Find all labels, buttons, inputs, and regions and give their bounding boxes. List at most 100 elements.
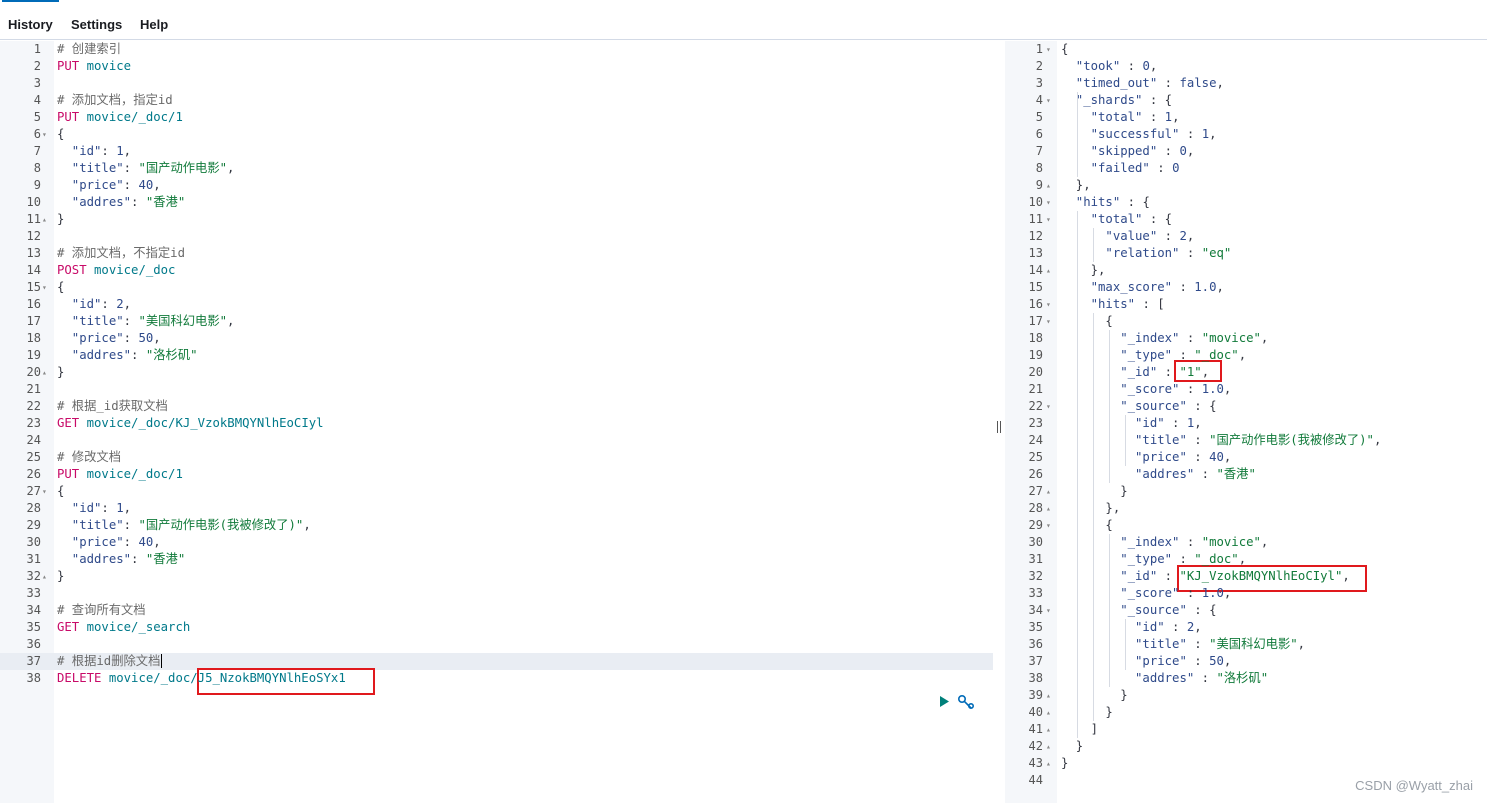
- help-tab[interactable]: Help: [140, 17, 168, 32]
- fold-expand-icon[interactable]: ▴: [1046, 704, 1051, 721]
- history-tab[interactable]: History: [2, 0, 59, 32]
- fold-collapse-icon[interactable]: ▾: [1046, 517, 1051, 534]
- code-line: # 创建索引: [57, 41, 121, 58]
- code-line: # 修改文档: [57, 449, 121, 466]
- code-token: :: [1172, 348, 1195, 362]
- indent-guide: [1077, 211, 1078, 738]
- line-number: 22: [26, 399, 41, 413]
- code-token: "price": [57, 178, 124, 192]
- line-number: 21: [1028, 382, 1043, 396]
- fold-collapse-icon[interactable]: ▾: [1046, 296, 1051, 313]
- code-line: "max_score" : 1.0,: [1061, 279, 1224, 296]
- line-number: 27: [1028, 484, 1043, 498]
- fold-collapse-icon[interactable]: ▾: [1046, 41, 1051, 58]
- code-token: :: [1179, 246, 1202, 260]
- code-line: ]: [1061, 721, 1098, 738]
- code-line: # 根据_id获取文档: [57, 398, 168, 415]
- code-token: # 添加文档，指定id: [57, 93, 173, 107]
- fold-collapse-icon[interactable]: ▾: [1046, 313, 1051, 330]
- code-token: {: [1061, 518, 1113, 532]
- indent-guide: [1093, 313, 1094, 721]
- code-token: "movice": [1201, 535, 1261, 549]
- settings-tab[interactable]: Settings: [71, 17, 122, 32]
- indent-guide: [1125, 415, 1126, 466]
- code-token: ,: [1172, 110, 1180, 124]
- line-number: 23: [26, 416, 41, 430]
- fold-collapse-icon[interactable]: ▾: [1046, 602, 1051, 619]
- code-token: :: [123, 178, 139, 192]
- line-number: 32: [26, 569, 41, 583]
- line-number: 20: [1028, 365, 1043, 379]
- code-token: 1: [116, 501, 124, 515]
- fold-expand-icon[interactable]: ▴: [42, 568, 47, 585]
- code-token: # 添加文档，不指定id: [57, 246, 185, 260]
- fold-collapse-icon[interactable]: ▾: [42, 279, 47, 296]
- code-token: :: [1164, 416, 1187, 430]
- fold-expand-icon[interactable]: ▴: [1046, 483, 1051, 500]
- line-number: 16: [26, 297, 41, 311]
- line-number: 1: [1035, 42, 1043, 56]
- line-number: 8: [1035, 161, 1043, 175]
- line-number: 37: [1028, 654, 1043, 668]
- line-number: 19: [1028, 348, 1043, 362]
- code-token: "香港": [145, 195, 186, 209]
- fold-collapse-icon[interactable]: ▾: [42, 126, 47, 143]
- response-viewer[interactable]: 1 ▾{2 "took" : 0, 3 "timed_out" : false, 4 ▾…: [1005, 41, 1487, 803]
- code-token: movice: [79, 59, 132, 73]
- code-line: "price" : 40,: [1061, 449, 1231, 466]
- pane-resize-handle[interactable]: [997, 421, 1003, 433]
- code-token: "value": [1061, 229, 1158, 243]
- fold-expand-icon[interactable]: ▴: [42, 364, 47, 381]
- fold-collapse-icon[interactable]: ▾: [1046, 194, 1051, 211]
- code-token: 40: [138, 178, 154, 192]
- code-token: ,: [1373, 433, 1382, 447]
- code-line: # 添加文档，不指定id: [57, 245, 185, 262]
- code-token: "_index": [1061, 535, 1180, 549]
- code-line: "successful" : 1,: [1061, 126, 1217, 143]
- code-line: "_score" : 1.0,: [1061, 381, 1231, 398]
- code-token: "addres": [57, 552, 132, 566]
- code-line: "skipped" : 0,: [1061, 143, 1195, 160]
- code-token: }: [1061, 688, 1128, 702]
- fold-expand-icon[interactable]: ▴: [1046, 738, 1051, 755]
- code-token: :: [1142, 110, 1165, 124]
- line-number: 43: [1028, 756, 1043, 770]
- fold-collapse-icon[interactable]: ▾: [1046, 211, 1051, 228]
- code-line: {: [57, 483, 64, 500]
- code-token: "price": [57, 331, 124, 345]
- code-token: :: [1179, 127, 1202, 141]
- fold-expand-icon[interactable]: ▴: [1046, 721, 1051, 738]
- fold-expand-icon[interactable]: ▴: [1046, 500, 1051, 517]
- code-token: :: [123, 535, 139, 549]
- fold-expand-icon[interactable]: ▴: [1046, 177, 1051, 194]
- code-token: :: [1194, 467, 1217, 481]
- request-editor[interactable]: 1 # 创建索引 2 PUT movice 3 4 # 添加文档，指定id 5 PUT movi…: [0, 41, 995, 803]
- code-token: {: [57, 484, 65, 498]
- fold-expand-icon[interactable]: ▴: [1046, 687, 1051, 704]
- fold-collapse-icon[interactable]: ▾: [1046, 92, 1051, 109]
- code-token: "1": [1179, 365, 1202, 379]
- code-token: 0: [1142, 59, 1150, 73]
- line-number: 28: [1028, 501, 1043, 515]
- indent-guide: [1125, 619, 1126, 670]
- fold-expand-icon[interactable]: ▴: [1046, 755, 1051, 772]
- fold-expand-icon[interactable]: ▴: [1046, 262, 1051, 279]
- code-token: ,: [153, 535, 161, 549]
- fold-collapse-icon[interactable]: ▾: [1046, 398, 1051, 415]
- fold-collapse-icon[interactable]: ▾: [42, 483, 47, 500]
- code-token: : {: [1142, 212, 1173, 226]
- code-token: ,: [1260, 331, 1269, 345]
- code-token: {: [1061, 314, 1113, 328]
- line-number: 41: [1028, 722, 1043, 736]
- line-number: 35: [1028, 620, 1043, 634]
- line-number: 24: [1028, 433, 1043, 447]
- code-line: {: [1061, 313, 1113, 330]
- code-token: movice/_doc: [86, 263, 176, 277]
- line-number: 25: [1028, 450, 1043, 464]
- fold-expand-icon[interactable]: ▴: [42, 211, 47, 228]
- code-token: ,: [123, 297, 132, 311]
- code-token: ,: [1223, 654, 1232, 668]
- code-line: "title": "国产动作电影",: [57, 160, 235, 177]
- code-token: :: [131, 195, 146, 209]
- code-token: "_score": [1061, 382, 1180, 396]
